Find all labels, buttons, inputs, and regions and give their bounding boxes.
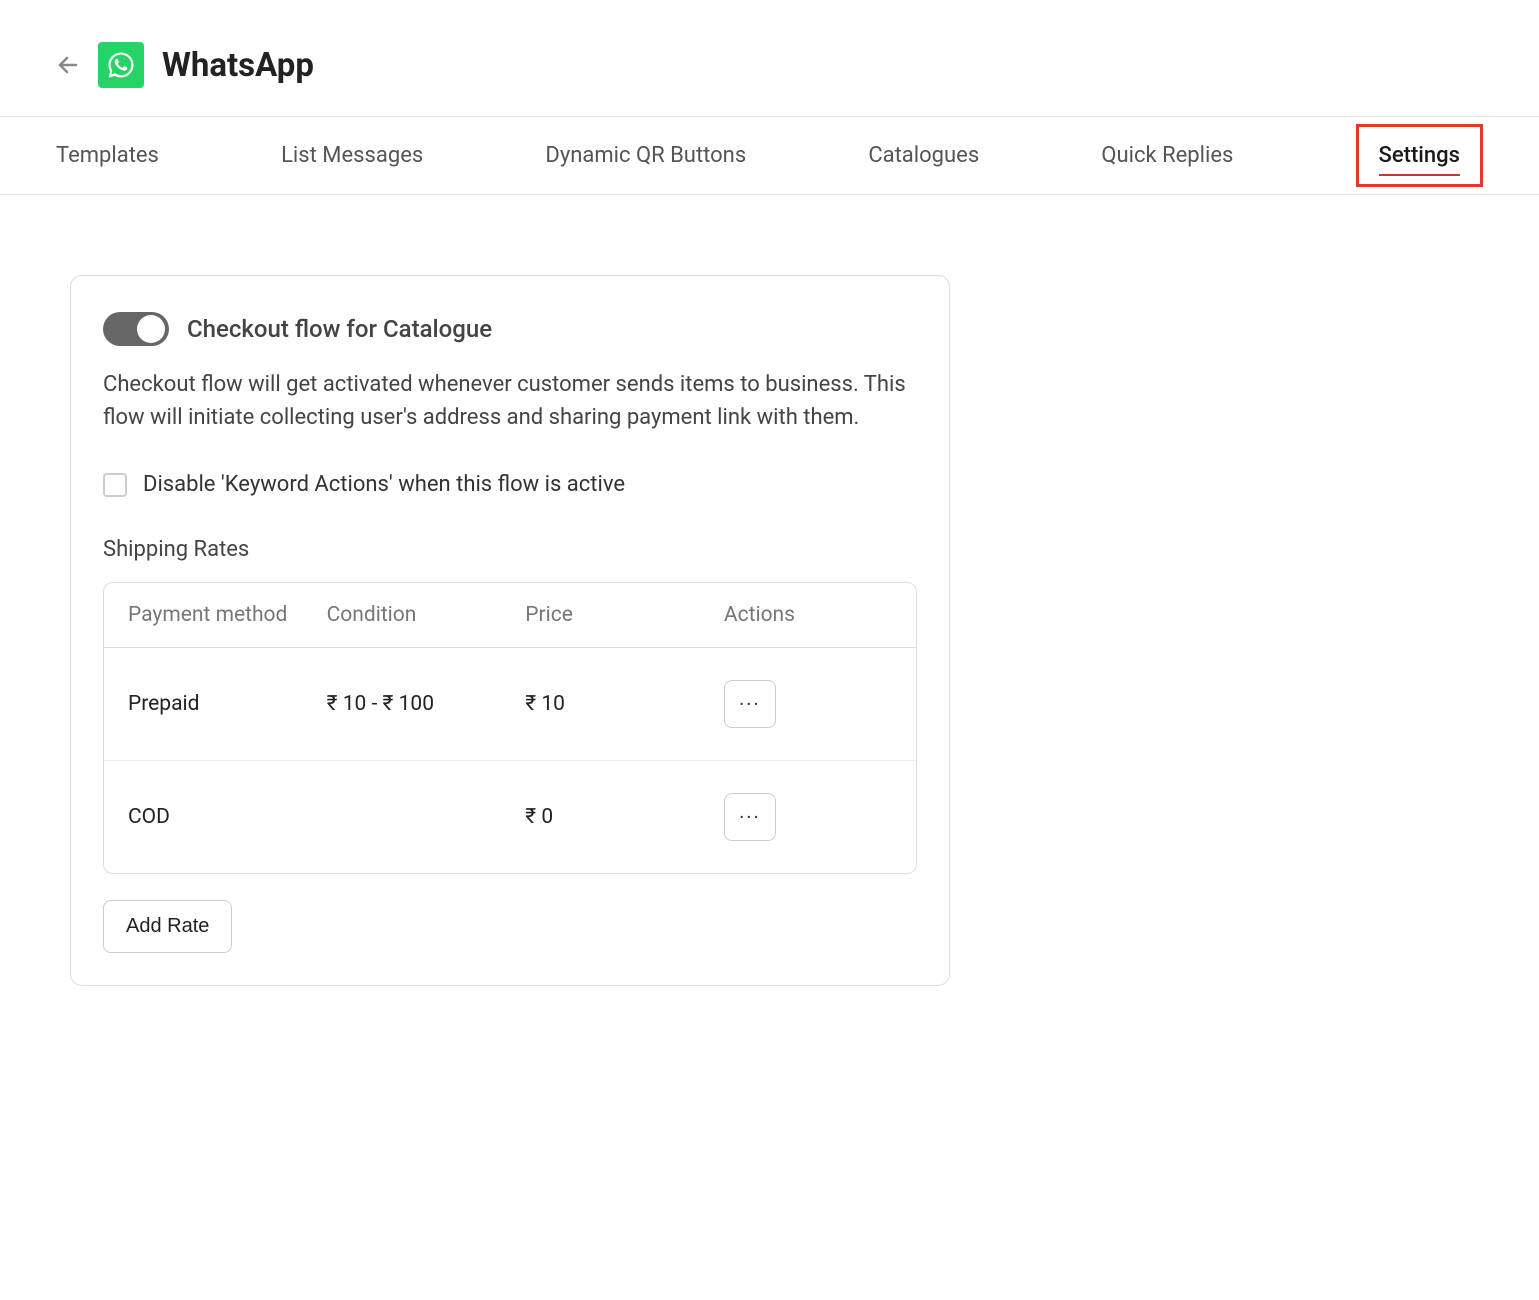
disable-keyword-label: Disable 'Keyword Actions' when this flow… [143,472,625,497]
checkout-description: Checkout flow will get activated wheneve… [103,368,917,434]
shipping-rates-table: Payment method Condition Price Actions P… [103,582,917,874]
tab-dynamic-qr-buttons[interactable]: Dynamic QR Buttons [545,117,746,194]
td-price: ₹ 0 [525,805,724,829]
th-actions: Actions [724,603,892,627]
table-header: Payment method Condition Price Actions [104,583,916,648]
page-header: WhatsApp [0,0,1539,117]
tab-list-messages[interactable]: List Messages [281,117,423,194]
page-title: WhatsApp [162,46,314,85]
td-payment: COD [128,805,327,829]
tab-settings[interactable]: Settings [1379,143,1460,176]
more-icon: ··· [739,692,761,716]
row-actions-button[interactable]: ··· [724,680,776,728]
table-row: Prepaid ₹ 10 - ₹ 100 ₹ 10 ··· [104,648,916,761]
tab-quick-replies[interactable]: Quick Replies [1101,117,1233,194]
td-actions: ··· [724,793,892,841]
tabs-bar: Templates List Messages Dynamic QR Butto… [0,117,1539,195]
tab-templates[interactable]: Templates [56,117,159,194]
td-actions: ··· [724,680,892,728]
row-actions-button[interactable]: ··· [724,793,776,841]
td-payment: Prepaid [128,692,327,716]
checkout-toggle-label: Checkout flow for Catalogue [187,315,492,343]
tab-catalogues[interactable]: Catalogues [868,117,979,194]
whatsapp-icon [98,42,144,88]
tab-settings-highlight: Settings [1356,124,1483,187]
disable-keyword-row: Disable 'Keyword Actions' when this flow… [103,472,917,497]
add-rate-button[interactable]: Add Rate [103,900,232,953]
table-row: COD ₹ 0 ··· [104,761,916,873]
shipping-rates-title: Shipping Rates [103,537,917,562]
more-icon: ··· [739,805,761,829]
th-condition: Condition [327,603,526,627]
th-payment-method: Payment method [128,603,327,627]
checkout-toggle[interactable] [103,312,169,346]
td-price: ₹ 10 [525,692,724,716]
back-arrow-icon[interactable] [56,53,80,77]
th-price: Price [525,603,724,627]
settings-card: Checkout flow for Catalogue Checkout flo… [70,275,950,986]
td-condition: ₹ 10 - ₹ 100 [327,692,526,716]
toggle-knob [137,315,165,343]
checkout-toggle-row: Checkout flow for Catalogue [103,312,917,346]
disable-keyword-checkbox[interactable] [103,473,127,497]
